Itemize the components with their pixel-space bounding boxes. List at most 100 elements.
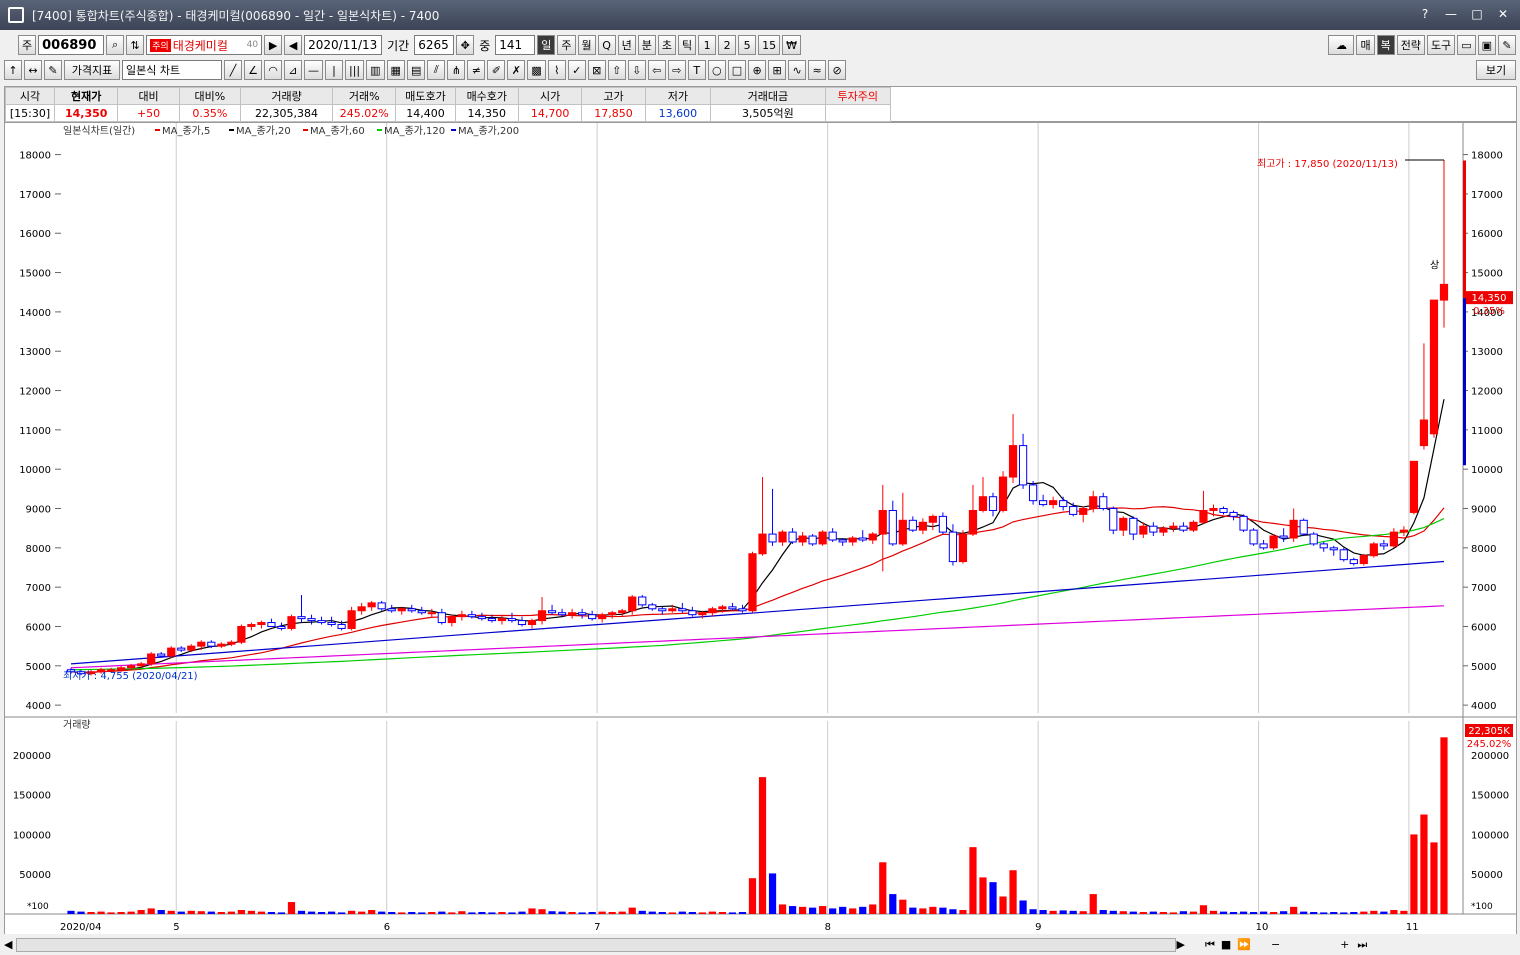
interval-button[interactable]: Q bbox=[597, 35, 616, 55]
save-icon[interactable]: ▣ bbox=[1477, 35, 1496, 55]
count-input[interactable]: 141 bbox=[495, 35, 536, 55]
up-arrow-icon[interactable]: ↑ bbox=[4, 60, 22, 80]
pencil-tool-icon[interactable]: ✐ bbox=[487, 60, 506, 80]
view-button[interactable]: 보기 bbox=[1476, 60, 1516, 80]
quote-header: 거래% bbox=[331, 87, 397, 105]
text-tool-icon[interactable]: T bbox=[687, 60, 706, 80]
volume-bar bbox=[969, 847, 977, 914]
interval-button[interactable]: ₩ bbox=[782, 35, 802, 55]
interval-button[interactable]: 15 bbox=[758, 35, 781, 55]
interval-button[interactable]: 분 bbox=[637, 35, 656, 55]
play-forward-icon[interactable]: ▶ bbox=[264, 35, 283, 55]
y-tick-label-right: 15000 bbox=[1471, 269, 1503, 280]
scroll-left-icon[interactable]: ◀ bbox=[4, 938, 12, 951]
interval-button[interactable]: 틱 bbox=[678, 35, 697, 55]
arc-tool-icon[interactable]: ◠ bbox=[264, 60, 282, 80]
scroll-track[interactable] bbox=[16, 937, 1177, 952]
wave2-tool-icon[interactable]: ≈ bbox=[808, 60, 827, 80]
volume-bar bbox=[157, 910, 165, 914]
close-icon[interactable]: ✕ bbox=[1492, 4, 1514, 24]
brush-tool-icon[interactable]: ⌇ bbox=[547, 60, 566, 80]
volume-bar bbox=[217, 912, 225, 914]
color-tool-icon[interactable]: ▩ bbox=[527, 60, 546, 80]
settings-icon[interactable]: ✎ bbox=[1498, 35, 1516, 55]
interval-button[interactable]: 초 bbox=[657, 35, 677, 55]
candle-body bbox=[357, 606, 366, 612]
price-pct: 0.35% bbox=[1473, 306, 1505, 317]
stock-name: 태경케미컬 bbox=[172, 38, 228, 53]
line-tool-icon[interactable]: ╱ bbox=[224, 60, 242, 80]
grid2-tool-icon[interactable]: ▥ bbox=[366, 60, 385, 80]
volume-bar bbox=[368, 910, 376, 914]
hline-tool-icon[interactable]: — bbox=[304, 60, 323, 80]
edit-icon[interactable]: ✎ bbox=[44, 60, 62, 80]
play-back-icon[interactable]: ◀ bbox=[284, 35, 303, 55]
parallel-tool-icon[interactable]: ≠ bbox=[467, 60, 486, 80]
strategy-button[interactable]: 전략 bbox=[1396, 35, 1425, 55]
chart-area[interactable]: 2020/04 5 6 7 8 9 10 11 18000 18000 17000 17000 1600… bbox=[4, 122, 1517, 936]
stock-name-box[interactable]: 주의 태경케미컬 40 bbox=[146, 35, 263, 55]
grid-tool-icon[interactable]: ||| bbox=[345, 60, 365, 80]
scroll-right-icon[interactable]: ▶ bbox=[1176, 938, 1184, 951]
table-tool-icon[interactable]: ▦ bbox=[386, 60, 405, 80]
rect-tool-icon[interactable]: □ bbox=[727, 60, 747, 80]
arrow-right-tool-icon[interactable]: ⇨ bbox=[667, 60, 686, 80]
zoom-in-icon[interactable]: + bbox=[1340, 938, 1349, 951]
stop-icon[interactable]: ■ bbox=[1221, 938, 1231, 951]
frame-tool-icon[interactable]: ⊠ bbox=[587, 60, 606, 80]
erase-tool-icon[interactable]: ✗ bbox=[507, 60, 526, 80]
circle-tool-icon[interactable]: ○ bbox=[707, 60, 726, 80]
arrow-left-tool-icon[interactable]: ⇦ bbox=[647, 60, 666, 80]
expand-icon[interactable]: ↔ bbox=[24, 60, 42, 80]
arrow-down-tool-icon[interactable]: ⇩ bbox=[627, 60, 646, 80]
fit-tool-icon[interactable]: ⊞ bbox=[768, 60, 787, 80]
vline-tool-icon[interactable]: | bbox=[325, 60, 343, 80]
sort-icon[interactable]: ⇅ bbox=[126, 35, 145, 55]
interval-button[interactable]: 2 bbox=[718, 35, 737, 55]
date-input[interactable]: 2020/11/13 bbox=[304, 35, 383, 55]
volume-bar bbox=[448, 912, 456, 914]
interval-button[interactable]: 일 bbox=[537, 35, 556, 55]
maximize-icon[interactable]: □ bbox=[1466, 4, 1488, 24]
buy-button[interactable]: 매 bbox=[1356, 35, 1375, 55]
wave-tool-icon[interactable]: ∿ bbox=[788, 60, 807, 80]
indicator-button[interactable]: 가격지표 bbox=[64, 60, 120, 80]
interval-button[interactable]: 년 bbox=[617, 35, 636, 55]
move-icon[interactable]: ✥ bbox=[456, 35, 475, 55]
vol-tick-label: 150000 bbox=[13, 791, 51, 802]
first-icon[interactable]: ⏮ bbox=[1205, 938, 1215, 952]
interval-button[interactable]: 5 bbox=[738, 35, 757, 55]
angle-tool-icon[interactable]: ∠ bbox=[244, 60, 262, 80]
help-icon[interactable]: ? bbox=[1414, 4, 1436, 24]
period-input[interactable]: 6265 bbox=[414, 35, 455, 55]
folder-icon[interactable]: ▭ bbox=[1457, 35, 1476, 55]
search-icon[interactable]: ⌕ bbox=[106, 35, 125, 55]
interval-button[interactable]: 1 bbox=[698, 35, 717, 55]
y-tick-label-right: 9000 bbox=[1471, 505, 1496, 516]
end-icon[interactable]: ⏭ bbox=[1357, 938, 1367, 952]
fan-tool-icon[interactable]: ⊿ bbox=[284, 60, 302, 80]
chart-type-select[interactable]: 일본식 차트 bbox=[122, 60, 222, 80]
code-type-button[interactable]: 주 bbox=[18, 35, 37, 55]
channel-tool-icon[interactable]: ⫽ bbox=[427, 60, 446, 80]
pitchfork-tool-icon[interactable]: ⋔ bbox=[447, 60, 466, 80]
zoom-out-icon[interactable]: − bbox=[1271, 938, 1280, 951]
clear-tool-icon[interactable]: ⊘ bbox=[828, 60, 847, 80]
price-chart[interactable]: 2020/04 5 6 7 8 9 10 11 18000 18000 17000 17000 1600… bbox=[5, 123, 1516, 935]
stock-code-input[interactable]: 006890 bbox=[38, 35, 105, 55]
tools-button[interactable]: 도구 bbox=[1426, 35, 1456, 55]
interval-button[interactable]: 월 bbox=[577, 35, 596, 55]
compound-button[interactable]: 복 bbox=[1376, 35, 1395, 55]
quote-panel: 시각 현재가 대비 대비% 거래량 거래% 매도호가 매수호가 시가 고가 저가 거래대금 투자주의 [… bbox=[4, 86, 1517, 122]
arrow-up-tool-icon[interactable]: ⇧ bbox=[607, 60, 626, 80]
quote-header: 투자주의 bbox=[824, 87, 892, 105]
interval-button[interactable]: 주 bbox=[557, 35, 576, 55]
forward-icon[interactable]: ⏩ bbox=[1237, 938, 1251, 951]
minimize-icon[interactable]: — bbox=[1440, 4, 1462, 24]
zoom-tool-icon[interactable]: ⊕ bbox=[748, 60, 767, 80]
volume-bar bbox=[778, 904, 787, 914]
note-tool-icon[interactable]: ✓ bbox=[567, 60, 586, 80]
cloud-icon[interactable]: ☁ bbox=[1328, 35, 1355, 55]
bars-tool-icon[interactable]: ▤ bbox=[406, 60, 426, 80]
x-tick-label: 6 bbox=[384, 922, 390, 933]
